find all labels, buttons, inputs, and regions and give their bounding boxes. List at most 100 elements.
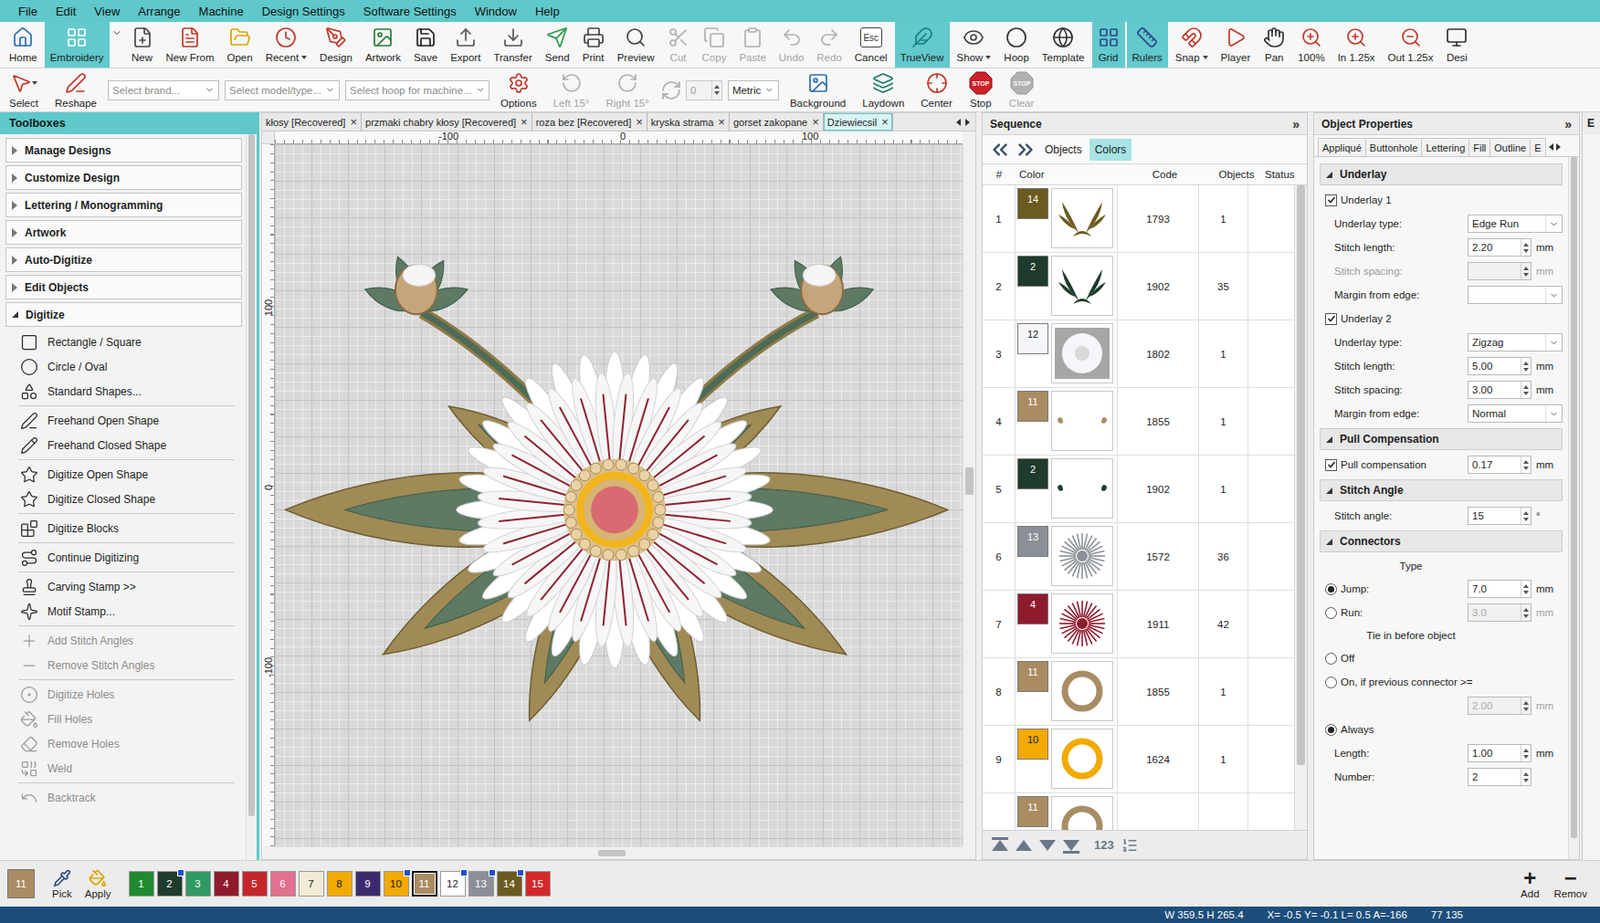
toolbar-button[interactable]: Artwork — [359, 21, 407, 68]
radio-button[interactable] — [1325, 652, 1337, 665]
toolbar-button[interactable]: Home — [3, 21, 43, 68]
radio-button[interactable] — [1325, 724, 1337, 737]
toolbox-section[interactable]: Manage Designs — [5, 137, 243, 163]
spinner[interactable] — [1520, 239, 1531, 256]
color-swatch[interactable]: 4 — [1017, 593, 1049, 625]
color-swatch[interactable]: 2 — [1017, 458, 1049, 490]
menu-item[interactable]: Arrange — [128, 4, 190, 19]
toolbar-button[interactable]: Paste — [733, 21, 771, 68]
toolbar-button[interactable]: Copy — [696, 21, 733, 68]
toolbox-item[interactable]: Circle / Oval — [5, 354, 243, 379]
vertical-scrollbar[interactable] — [962, 144, 976, 847]
toolbar-button[interactable]: 100% — [1292, 21, 1330, 68]
spinner[interactable] — [1520, 604, 1531, 622]
toolbar-button[interactable]: Redo — [810, 21, 848, 68]
checkbox[interactable] — [1325, 194, 1337, 207]
spinner[interactable] — [1520, 697, 1531, 715]
radio-button[interactable] — [1325, 676, 1337, 689]
spinner[interactable] — [1520, 745, 1531, 762]
color-swatch[interactable]: 14 — [1017, 188, 1049, 220]
spinner[interactable] — [1520, 580, 1531, 598]
sort-icon[interactable] — [1121, 837, 1138, 854]
toolbar-button[interactable]: Undo — [773, 21, 811, 68]
sequence-row[interactable]: 613157236 — [982, 523, 1295, 591]
scroll-thumb[interactable] — [1296, 185, 1306, 766]
color-swatch[interactable]: 11 — [1017, 661, 1049, 693]
next-icon[interactable] — [1013, 137, 1038, 162]
more-button[interactable] — [111, 21, 125, 68]
toolbar-button[interactable]: Pan — [1257, 21, 1291, 68]
close-tab-button[interactable]: × — [811, 115, 820, 129]
column-header[interactable]: Color — [1015, 164, 1118, 185]
spinner[interactable] — [711, 81, 722, 100]
toolbar-button[interactable]: Hoop — [998, 21, 1035, 68]
scroll-thumb[interactable] — [598, 850, 626, 857]
embroidery-design[interactable] — [274, 144, 963, 847]
checkbox[interactable] — [1325, 459, 1337, 472]
toolbox-item[interactable]: Digitize Holes — [5, 682, 243, 707]
toolbox-section[interactable]: Artwork — [5, 220, 243, 245]
scroll-thumb[interactable] — [248, 134, 255, 817]
scroll-thumb[interactable] — [1570, 157, 1578, 839]
toolbar-button[interactable]: Design — [314, 21, 358, 68]
toolbar-button[interactable]: Transfer — [487, 21, 537, 68]
palette-swatch[interactable]: 1 — [128, 871, 155, 897]
toolbox-item[interactable]: Freehand Open Shape — [5, 408, 243, 433]
menu-item[interactable]: Design Settings — [252, 4, 355, 19]
spinner[interactable] — [1520, 381, 1531, 399]
renumber-button[interactable]: 123 — [1094, 838, 1115, 853]
previous-icon[interactable] — [988, 137, 1012, 162]
toolbox-item[interactable]: Backtrack — [5, 785, 243, 811]
toolbar-button[interactable]: Save — [408, 21, 443, 68]
toolbar-button[interactable]: Embroidery — [44, 21, 110, 68]
sequence-row[interactable]: 81118551 — [982, 658, 1295, 727]
spinner[interactable] — [1520, 456, 1531, 474]
toolbar-button[interactable]: Center — [915, 68, 958, 112]
menu-item[interactable]: Help — [526, 4, 569, 19]
toolbar-button[interactable]: Options — [494, 68, 543, 112]
document-tab[interactable]: kryska strama× — [647, 113, 730, 131]
sequence-row[interactable]: 91016241 — [982, 726, 1295, 794]
scroll-left-icon[interactable] — [956, 118, 961, 127]
dropdown[interactable]: Zigzag — [1467, 333, 1563, 352]
spinner[interactable] — [1520, 263, 1531, 280]
toolbar-button[interactable]: Desi — [1440, 21, 1474, 68]
toolbox-item[interactable]: Remove Holes — [5, 731, 243, 757]
toolbox-item[interactable]: Digitize Blocks — [5, 515, 243, 541]
toolbar-button[interactable]: Background — [784, 68, 852, 112]
scrollbar[interactable] — [245, 134, 257, 861]
property-section[interactable]: Underlay — [1319, 163, 1563, 186]
radio-row[interactable]: Always — [1319, 717, 1563, 742]
toolbar-button[interactable]: Print — [577, 21, 611, 68]
toolbox-section[interactable]: Customize Design — [5, 165, 243, 190]
toolbar-button[interactable]: Rulers — [1126, 21, 1169, 68]
toolbar-button[interactable]: In 1.25x — [1332, 21, 1381, 68]
sequence-tab[interactable]: Colors — [1089, 138, 1133, 161]
close-tab-button[interactable]: × — [349, 115, 358, 129]
property-tab[interactable]: Fill — [1468, 137, 1491, 157]
scrollbar[interactable] — [1568, 157, 1579, 860]
sequence-row[interactable]: 22190235 — [982, 252, 1295, 321]
dropdown[interactable]: Metric — [727, 80, 779, 101]
checkbox[interactable] — [1325, 313, 1337, 326]
column-header[interactable]: # — [982, 164, 1016, 185]
sequence-row[interactable]: 41118551 — [982, 388, 1295, 456]
close-tab-button[interactable]: × — [881, 115, 889, 129]
color-swatch[interactable]: 12 — [1017, 323, 1049, 355]
palette-action[interactable]: +Add — [1515, 868, 1545, 901]
toolbox-item[interactable]: Add Stitch Angles — [5, 628, 243, 653]
toolbar-button[interactable]: STOPStop — [963, 68, 999, 112]
radio-button[interactable] — [1325, 583, 1337, 596]
sequence-row[interactable]: 74191142 — [982, 590, 1295, 659]
toolbar-button[interactable]: EscCancel — [849, 21, 894, 68]
palette-swatch[interactable]: 7 — [298, 871, 325, 897]
number-input[interactable]: 2 — [1467, 768, 1532, 787]
toolbar-button[interactable]: Reshape — [49, 68, 103, 112]
number-input[interactable]: 2.20 — [1467, 238, 1532, 257]
toolbox-item[interactable]: Motif Stamp... — [5, 599, 243, 624]
toolbox-item[interactable]: Digitize Open Shape — [5, 462, 243, 487]
spinner[interactable] — [1520, 507, 1531, 525]
property-section[interactable]: Pull Compensation — [1319, 428, 1563, 451]
dropdown[interactable]: Select hoop for machine... — [345, 80, 490, 101]
move-to-top-icon[interactable] — [991, 840, 1009, 852]
